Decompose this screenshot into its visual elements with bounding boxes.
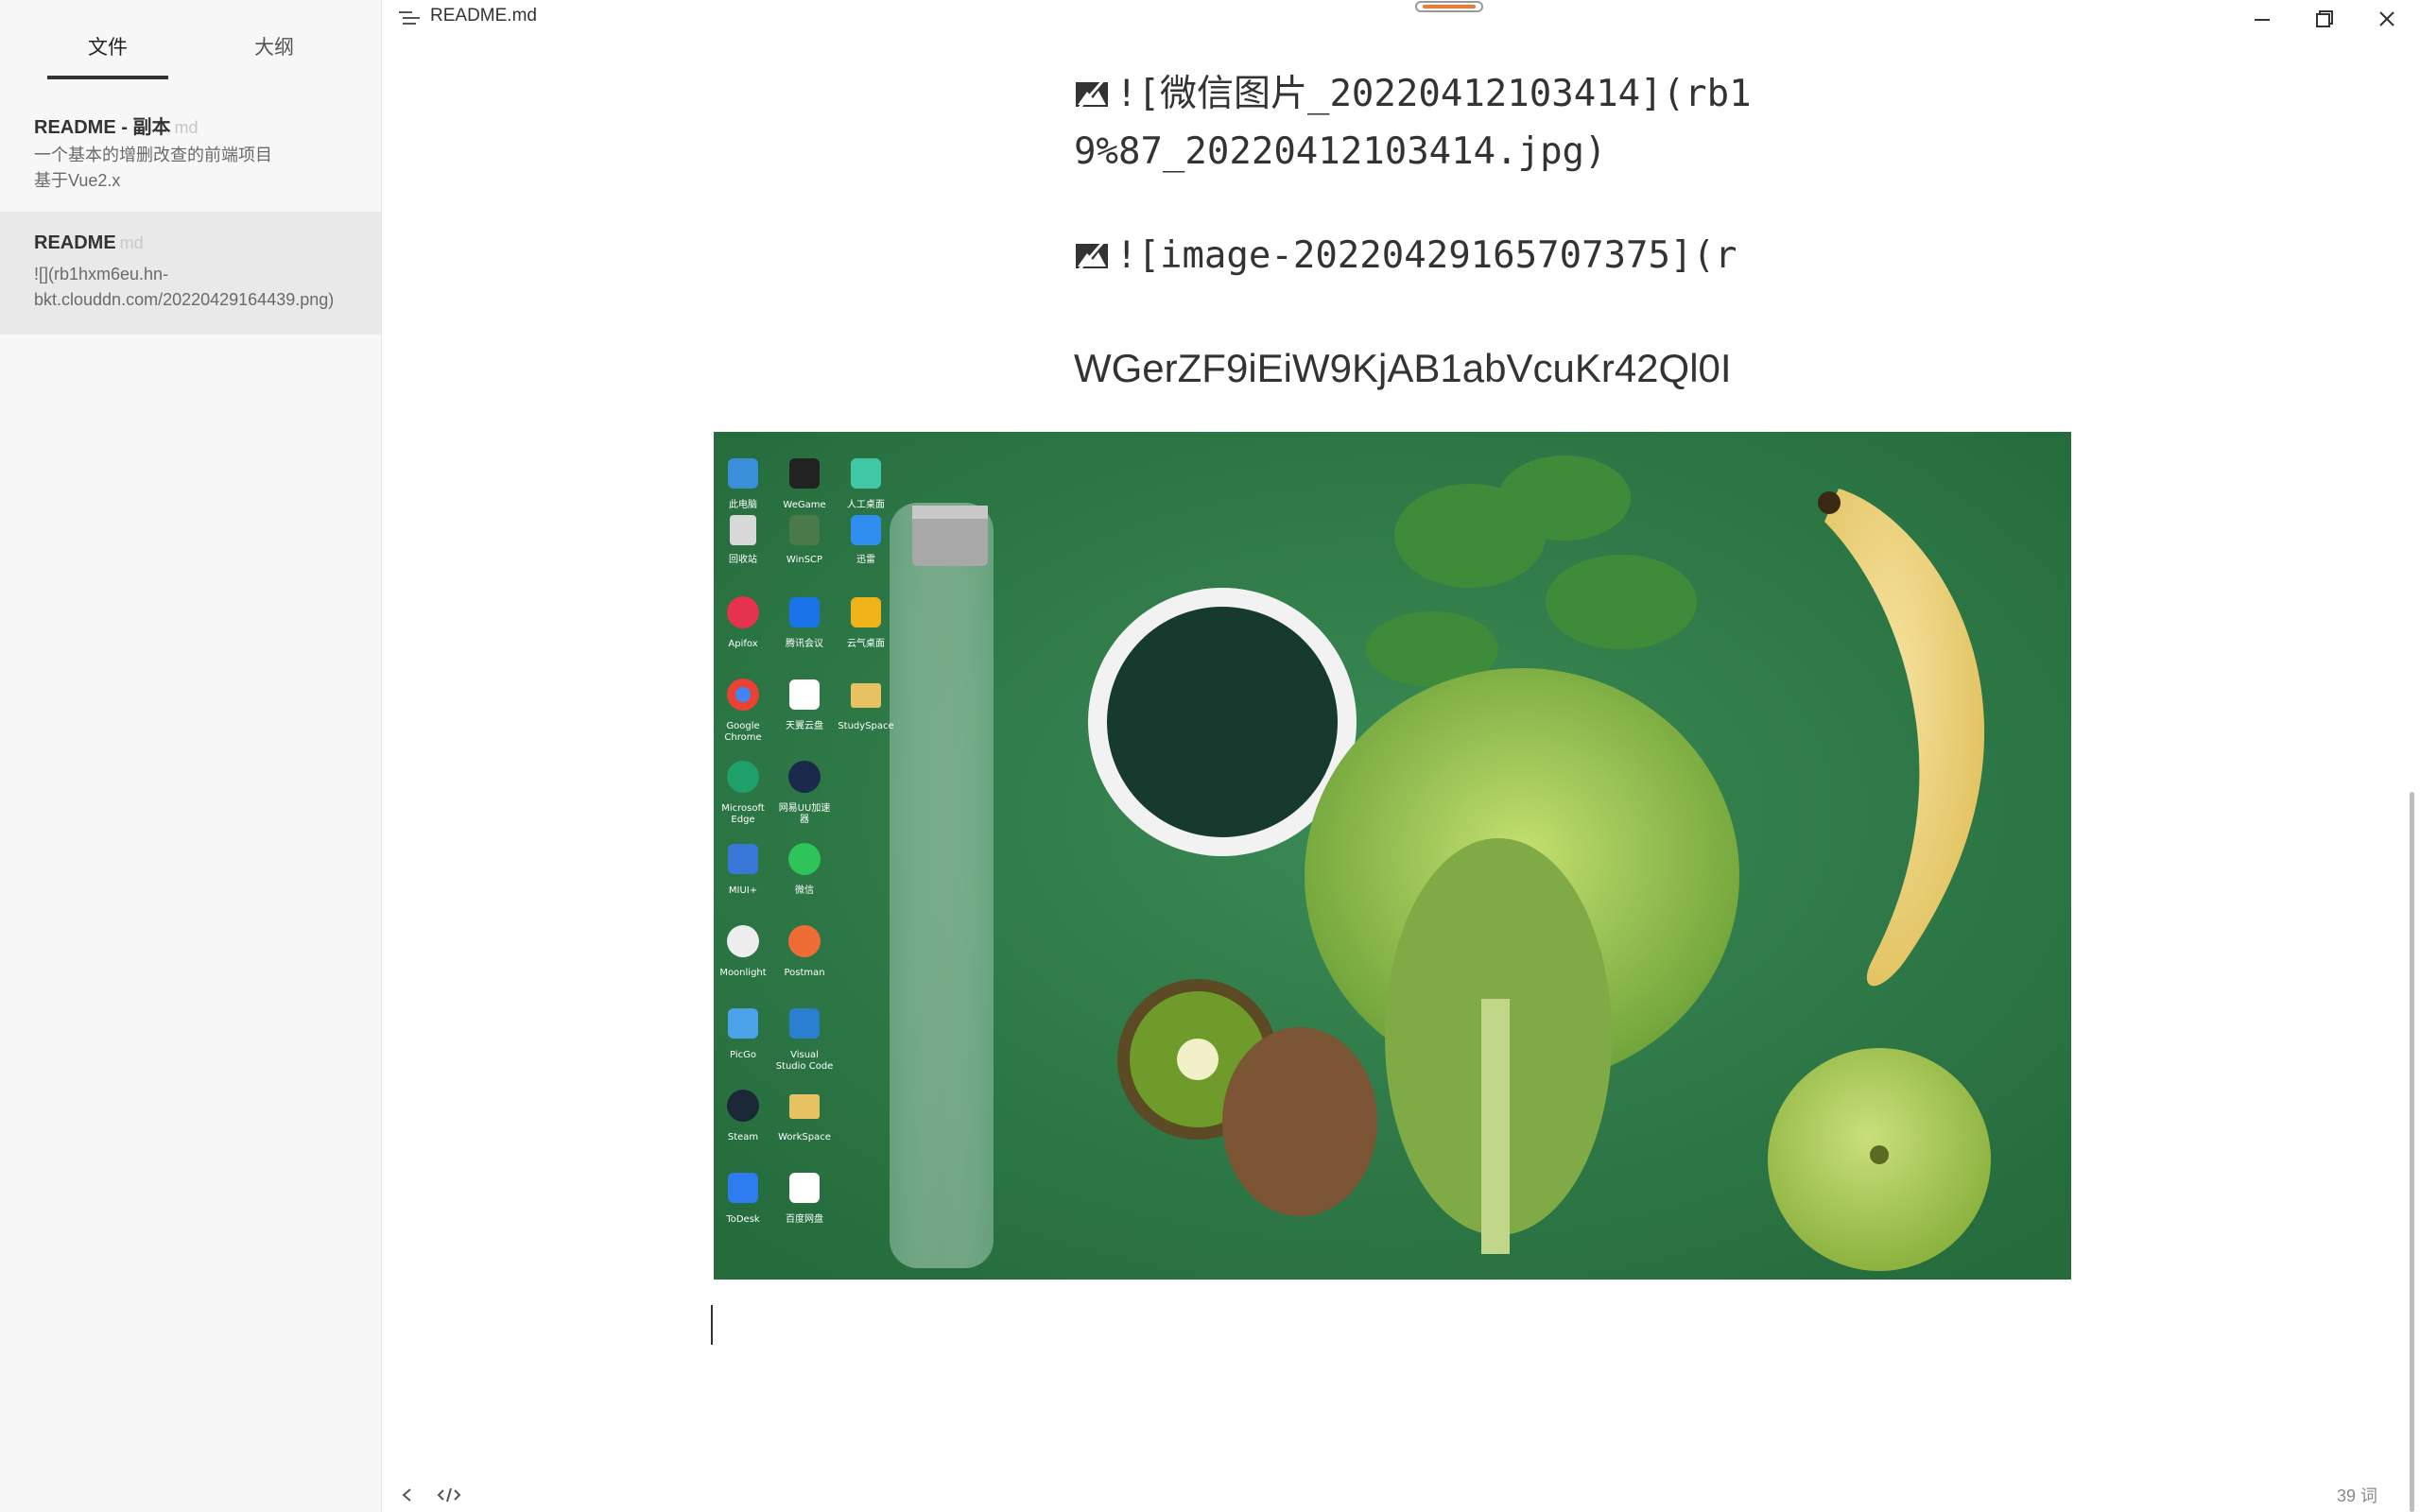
svg-text:PicGo: PicGo xyxy=(730,1050,756,1060)
embedded-desktop-screenshot[interactable]: 此电脑 WeGame 人工桌面 回收站 WinSCP 迅雷 Apifox 腾讯会… xyxy=(714,432,2071,1280)
document-title: README.md xyxy=(430,6,537,26)
svg-text:网易UU加速: 网易UU加速 xyxy=(779,802,831,814)
minimize-button[interactable] xyxy=(2231,0,2293,38)
svg-text:百度网盘: 百度网盘 xyxy=(786,1212,823,1225)
svg-text:ToDesk: ToDesk xyxy=(725,1214,760,1225)
svg-text:器: 器 xyxy=(800,814,809,825)
close-icon xyxy=(2379,11,2394,26)
svg-text:Steam: Steam xyxy=(728,1132,758,1143)
svg-text:微信: 微信 xyxy=(795,884,814,896)
active-tab-indicator xyxy=(47,76,168,79)
svg-text:WorkSpace: WorkSpace xyxy=(778,1132,831,1143)
minimize-icon xyxy=(2255,19,2270,21)
icon-label: 此电脑 xyxy=(729,498,757,510)
svg-text:WeGame: WeGame xyxy=(783,500,825,510)
svg-text:StudySpace: StudySpace xyxy=(838,721,893,731)
wallpaper-image: 此电脑 WeGame 人工桌面 回收站 WinSCP 迅雷 Apifox 腾讯会… xyxy=(714,432,2071,1280)
markdown-line[interactable]: 9%87_20220412103414.jpg) xyxy=(1074,130,1607,173)
svg-text:Visual: Visual xyxy=(790,1050,819,1060)
svg-text:WinSCP: WinSCP xyxy=(786,555,822,565)
svg-text:Google: Google xyxy=(726,721,759,731)
file-title: README md xyxy=(34,232,144,253)
svg-text:Chrome: Chrome xyxy=(724,732,761,743)
tab-files[interactable]: 文件 xyxy=(47,32,168,60)
file-sidebar: 文件 大纲 README - 副本 md 一个基本的增删改查的前端项目 基于Vue… xyxy=(0,0,382,1512)
restore-button[interactable] xyxy=(2293,0,2356,38)
tab-outline[interactable]: 大纲 xyxy=(214,32,335,60)
outline-toggle-icon[interactable] xyxy=(399,9,420,26)
file-preview-line: 一个基本的增删改查的前端项目 xyxy=(34,146,272,164)
svg-text:腾讯会议: 腾讯会议 xyxy=(786,637,823,649)
sidebar-tabs: 文件 大纲 xyxy=(0,0,381,85)
broken-image-icon xyxy=(1076,78,1108,109)
svg-text:人工桌面: 人工桌面 xyxy=(847,498,885,510)
progress-fill xyxy=(1423,5,1476,9)
svg-text:迅雷: 迅雷 xyxy=(856,554,875,565)
chevron-left-icon[interactable] xyxy=(393,1484,422,1506)
svg-text:Apifox: Apifox xyxy=(728,639,757,649)
source-code-mode-icon[interactable] xyxy=(435,1484,463,1506)
file-item-readme[interactable]: README md ![](rb1hxm6eu.hn- bkt.clouddn.c… xyxy=(0,212,381,335)
svg-text:云气桌面: 云气桌面 xyxy=(847,637,885,649)
title-bar: README.md xyxy=(382,0,2420,38)
text-cursor xyxy=(711,1305,713,1345)
file-preview-line: bkt.clouddn.com/20220429164439.png) xyxy=(34,290,335,309)
file-preview-line: ![](rb1hxm6eu.hn- xyxy=(34,265,169,284)
markdown-line[interactable]: WGerZF9iEiW9KjAB1abVcuKr42Ql0I xyxy=(1074,346,1767,391)
scrollbar-thumb[interactable] xyxy=(2410,792,2414,1512)
svg-text:Microsoft: Microsoft xyxy=(721,803,765,814)
file-extension: md xyxy=(119,233,144,252)
word-count[interactable]: 39 词 xyxy=(2337,1483,2377,1507)
file-item-readme-copy[interactable]: README - 副本 md 一个基本的增删改查的前端项目 基于Vue2.x xyxy=(0,102,381,206)
markdown-image-line[interactable]: ![image-20220429165707375](r xyxy=(1074,234,1767,277)
status-bar: 39 词 xyxy=(382,1474,2420,1512)
file-title: README - 副本 md xyxy=(34,117,199,138)
sync-progress-indicator xyxy=(1415,1,1483,12)
file-preview-line: 基于Vue2.x xyxy=(34,171,121,190)
markdown-image-line[interactable]: ![微信图片_20220412103414](rb1 xyxy=(1074,64,1767,117)
svg-text:Postman: Postman xyxy=(784,968,824,978)
svg-text:Edge: Edge xyxy=(731,815,754,825)
file-extension: md xyxy=(174,118,199,137)
editor-content[interactable]: ![微信图片_20220412103414](rb1 9%87_20220412… xyxy=(382,38,2397,1474)
svg-text:Studio Code: Studio Code xyxy=(776,1061,834,1072)
svg-text:天翼云盘: 天翼云盘 xyxy=(786,719,823,731)
svg-text:MIUI+: MIUI+ xyxy=(729,885,757,896)
broken-image-icon xyxy=(1076,240,1108,270)
restore-icon xyxy=(2316,10,2333,27)
svg-text:Moonlight: Moonlight xyxy=(719,968,766,978)
svg-text:回收站: 回收站 xyxy=(729,553,757,565)
